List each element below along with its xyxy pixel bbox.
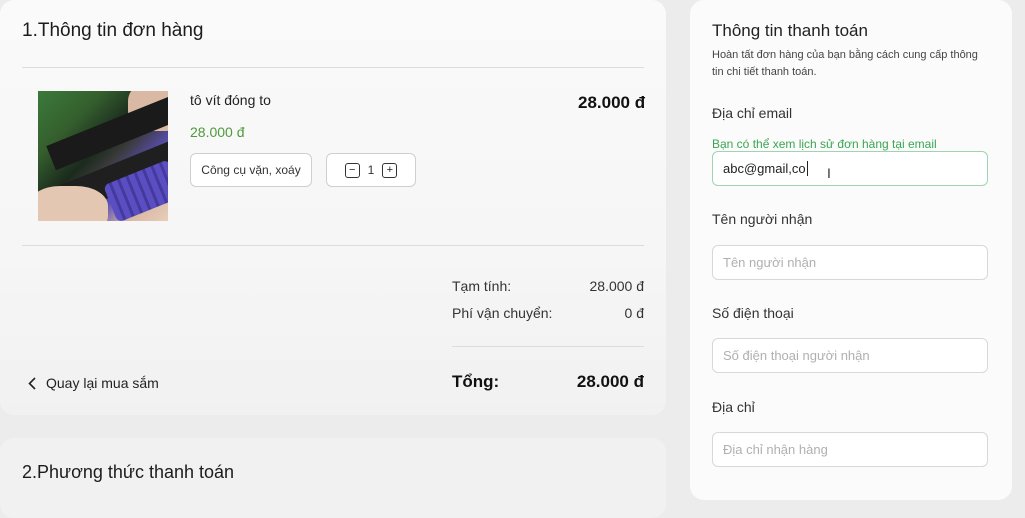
divider-top — [22, 67, 644, 68]
quantity-stepper[interactable]: − 1 + — [326, 153, 416, 187]
email-value: abc@gmail,co — [723, 161, 806, 176]
product-category-chip[interactable]: Công cụ vặn, xoáy — [190, 153, 312, 187]
shipping-value: 0 đ — [624, 305, 644, 321]
quantity-value: 1 — [367, 163, 375, 177]
email-label: Địa chỉ email — [712, 105, 793, 121]
chevron-left-icon — [28, 376, 36, 390]
address-input[interactable]: Địa chỉ nhận hàng — [712, 432, 988, 467]
divider-total — [452, 346, 644, 347]
plus-icon[interactable]: + — [382, 162, 398, 178]
recipient-input[interactable]: Tên người nhận — [712, 245, 988, 280]
minus-icon[interactable]: − — [344, 162, 360, 178]
subtotal-value: 28.000 đ — [589, 278, 645, 294]
payment-info-title: Thông tin thanh toán — [712, 21, 868, 40]
product-name[interactable]: tô vít đóng to — [190, 92, 271, 108]
product-unit-price: 28.000 đ — [190, 124, 245, 140]
recipient-label: Tên người nhận — [712, 211, 813, 227]
recipient-placeholder: Tên người nhận — [723, 255, 817, 270]
back-label: Quay lại mua sắm — [46, 375, 159, 391]
total-label: Tổng: — [452, 372, 500, 391]
back-to-shopping-link[interactable]: Quay lại mua sắm — [28, 375, 159, 391]
phone-label: Số điện thoại — [712, 305, 794, 321]
address-placeholder: Địa chỉ nhận hàng — [723, 442, 828, 457]
text-caret — [806, 161, 808, 176]
divider-middle — [22, 245, 644, 246]
product-image[interactable] — [38, 91, 168, 221]
address-label: Địa chỉ — [712, 399, 755, 415]
email-hint: Bạn có thể xem lịch sử đơn hàng tại emai… — [712, 137, 937, 151]
subtotal-label: Tạm tính: — [452, 278, 512, 294]
phone-input[interactable]: Số điện thoại người nhận — [712, 338, 988, 373]
payment-info-description: Hoàn tất đơn hàng của bạn bằng cách cung… — [712, 49, 978, 78]
product-line-total: 28.000 đ — [578, 93, 646, 112]
shipping-label: Phí vận chuyển: — [452, 305, 553, 321]
ibeam-cursor-icon: I — [827, 165, 831, 181]
order-section-title: 1.Thông tin đơn hàng — [22, 20, 204, 41]
category-label: Công cụ vặn, xoáy — [201, 163, 301, 177]
email-input[interactable]: abc@gmail,co — [712, 151, 988, 186]
total-value: 28.000 đ — [576, 372, 644, 391]
phone-placeholder: Số điện thoại người nhận — [723, 348, 870, 363]
payment-method-title: 2.Phương thức thanh toán — [22, 462, 235, 482]
